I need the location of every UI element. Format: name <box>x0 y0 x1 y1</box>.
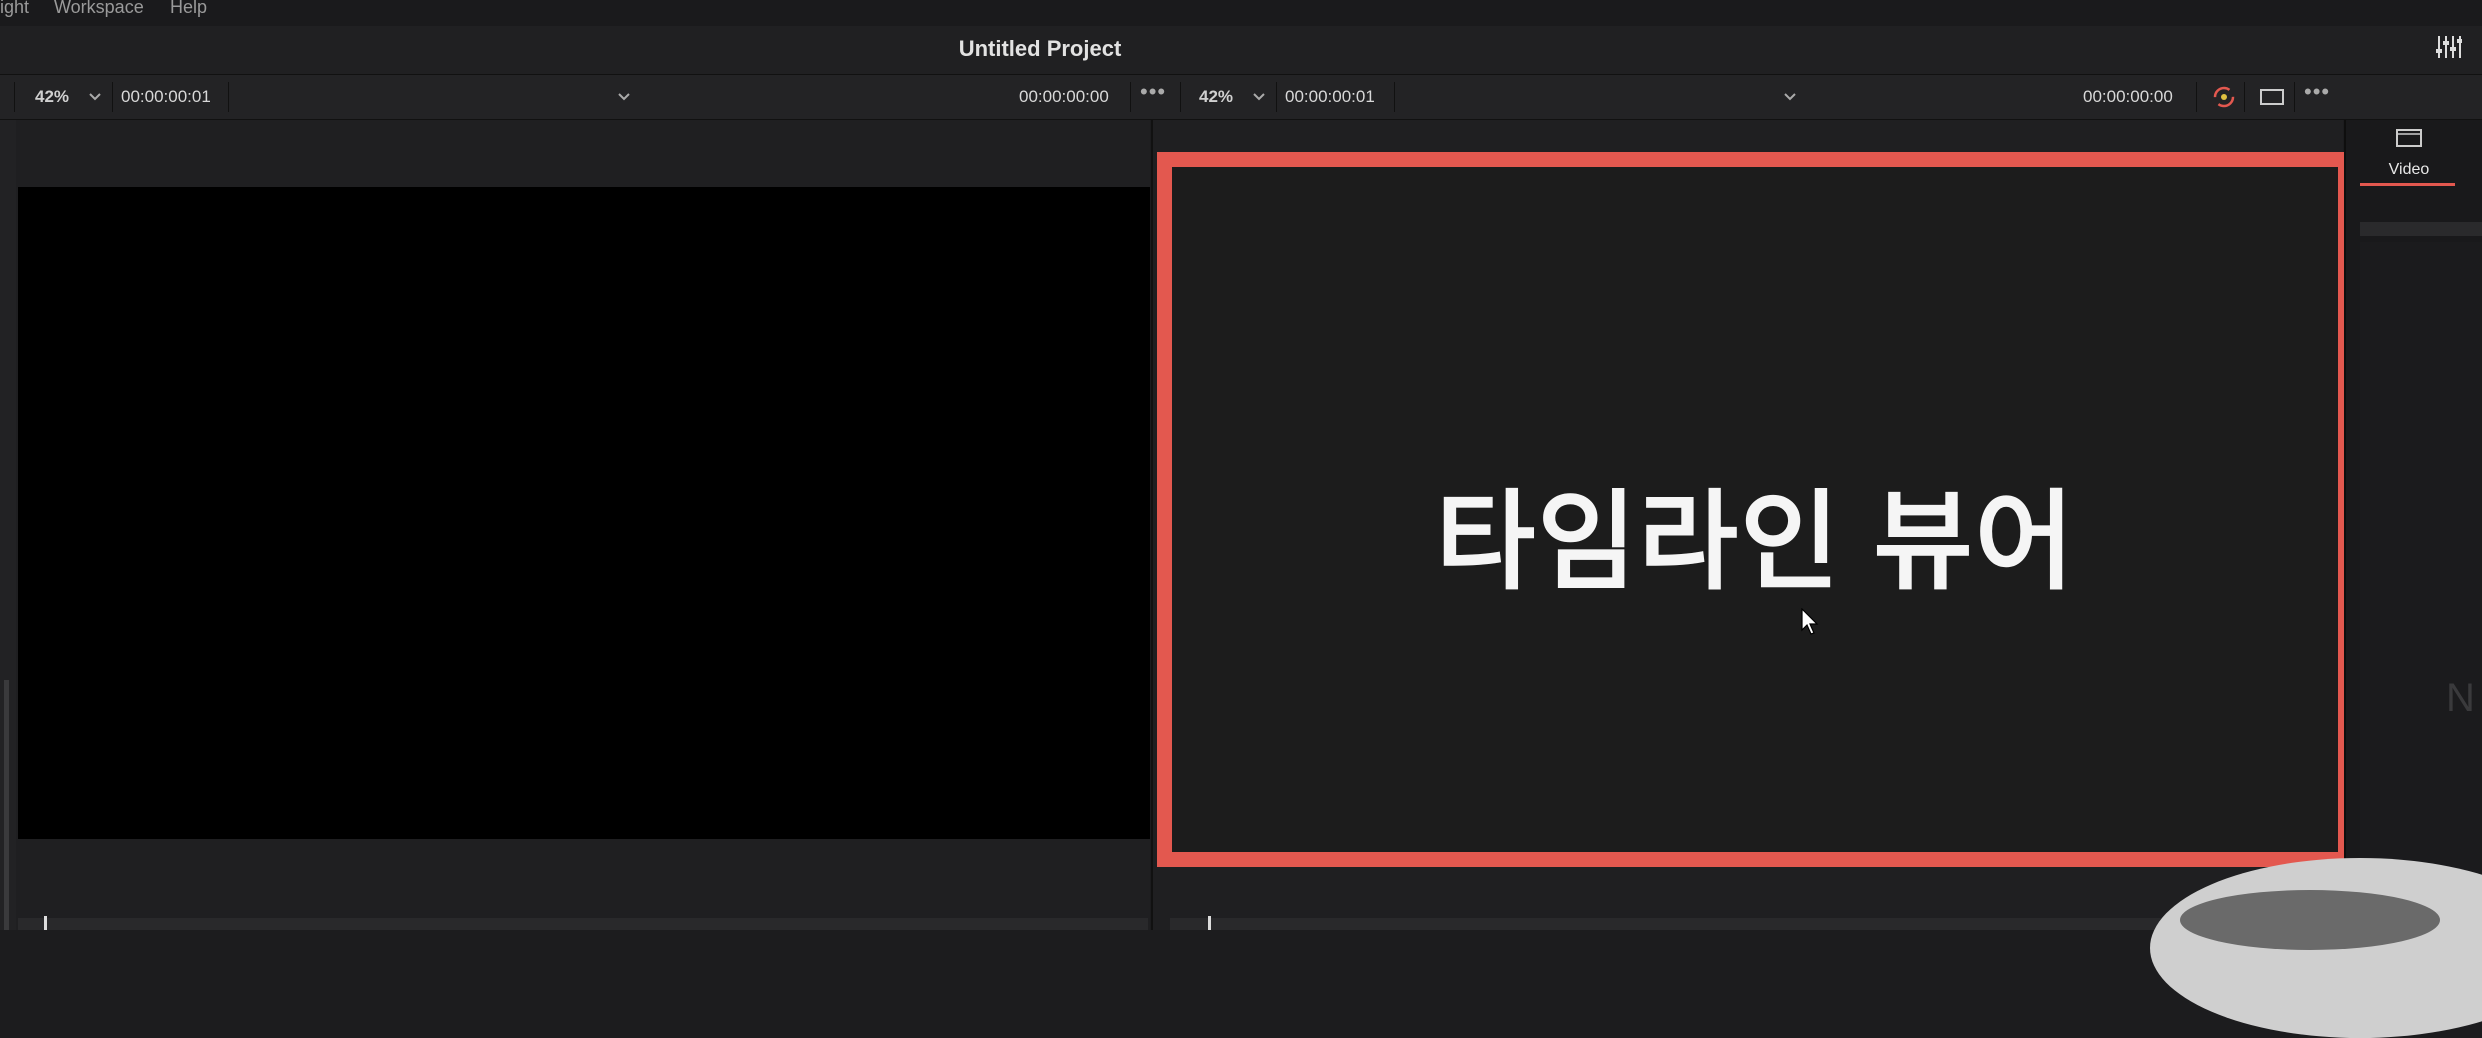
timeline-playhead[interactable] <box>1208 916 1211 930</box>
divider <box>112 82 113 112</box>
timeline-timecode[interactable]: 00:00:00:01 <box>1285 87 1375 107</box>
project-title: Untitled Project <box>958 36 1122 61</box>
mouse-cursor-icon <box>1801 608 1819 635</box>
divider <box>2196 82 2197 112</box>
chevron-down-icon[interactable] <box>1783 92 1797 102</box>
color-wheel-icon[interactable] <box>2211 84 2237 110</box>
inspector-body <box>2360 242 2482 930</box>
film-frame-icon <box>2396 129 2422 147</box>
inspector-header-strip <box>2360 222 2482 236</box>
source-timecode-current: 00:00:00:00 <box>1019 87 1109 106</box>
source-scrubber[interactable] <box>18 918 1148 930</box>
source-video-frame[interactable] <box>18 187 1150 839</box>
divider <box>1130 82 1131 112</box>
sliders-icon[interactable] <box>2434 33 2462 61</box>
menu-bar <box>0 0 2482 26</box>
divider <box>2294 82 2295 112</box>
divider <box>1180 82 1181 112</box>
timeline-timecode-current: 00:00:00:00 <box>2083 87 2173 106</box>
timeline-zoom-level[interactable]: 42% <box>1199 87 1233 107</box>
divider <box>14 82 15 112</box>
source-playhead[interactable] <box>44 916 47 930</box>
scrollbar[interactable] <box>4 680 9 930</box>
menu-item-help[interactable]: Help <box>170 0 207 18</box>
timeline-viewer-header <box>1180 75 2482 120</box>
menu-item-insight[interactable]: ight <box>0 0 29 18</box>
tab-video-label: Video <box>2388 161 2430 178</box>
source-timecode[interactable]: 00:00:00:01 <box>121 87 211 107</box>
webcam-overlay-detail <box>2180 890 2440 950</box>
more-options-icon[interactable]: ••• <box>2304 79 2330 105</box>
chevron-down-icon[interactable] <box>1252 92 1266 102</box>
source-zoom-level[interactable]: 42% <box>35 87 69 107</box>
menu-item-workspace[interactable]: Workspace <box>54 0 144 18</box>
highlight-frame <box>1157 152 2353 867</box>
chevron-down-icon[interactable] <box>617 92 631 102</box>
chevron-down-icon[interactable] <box>88 92 102 102</box>
inspector-placeholder-text: N <box>2446 676 2475 720</box>
more-options-icon[interactable]: ••• <box>1140 79 1166 105</box>
divider <box>2244 82 2245 112</box>
viewer-mode-icon[interactable] <box>2259 88 2285 106</box>
divider <box>1276 82 1277 112</box>
divider <box>1394 82 1395 112</box>
divider <box>228 82 229 112</box>
active-tab-indicator <box>2360 183 2455 186</box>
